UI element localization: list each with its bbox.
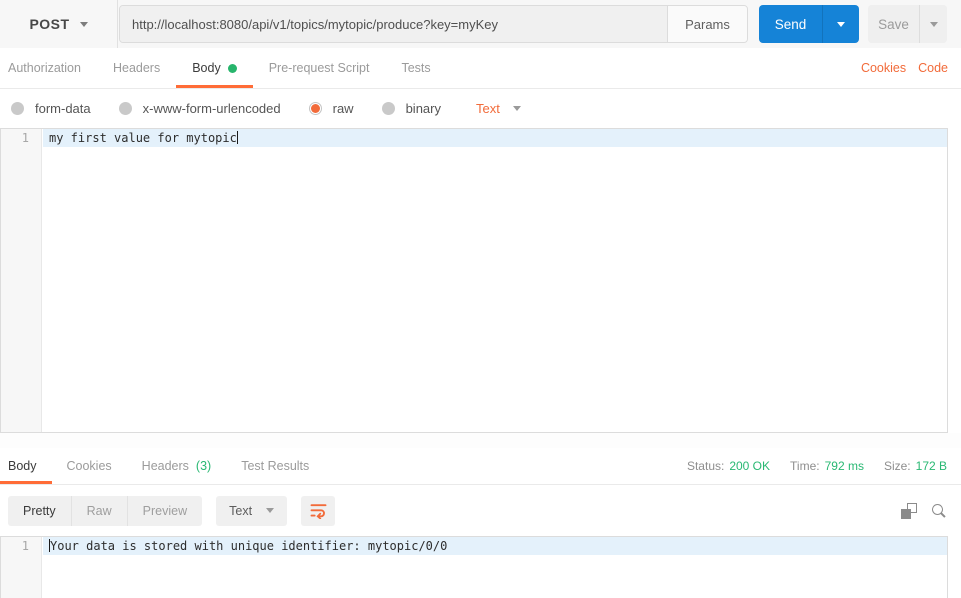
tab-label: Tests (401, 61, 431, 75)
status-label: Status: (686, 459, 725, 473)
response-tab-cookies[interactable]: Cookies (52, 448, 127, 484)
chevron-down-icon (837, 21, 845, 27)
view-raw-button[interactable]: Raw (72, 495, 128, 526)
tab-label: Pre-request Script (268, 61, 370, 75)
send-dropdown-button[interactable] (822, 5, 859, 43)
status-value: 200 OK (729, 459, 771, 473)
params-button[interactable]: Params (667, 6, 747, 42)
body-type-bar: form-data x-www-form-urlencoded raw bina… (0, 89, 961, 128)
code-link[interactable]: Code (912, 48, 961, 88)
response-body-editor[interactable]: 1 Your data is stored with unique identi… (0, 536, 948, 598)
url-input[interactable] (120, 6, 667, 42)
send-button[interactable]: Send (759, 5, 822, 43)
line-number-gutter (1, 129, 42, 432)
tab-label: Body (192, 61, 221, 75)
postman-window: POST Params Send Save Authorization Head… (0, 0, 961, 598)
format-label: Text (229, 503, 253, 518)
line-content: Your data is stored with unique identifi… (42, 537, 947, 555)
radio-raw[interactable]: raw (308, 101, 354, 116)
radio-checked-icon (308, 102, 322, 115)
radio-x-www-form-urlencoded[interactable]: x-www-form-urlencoded (118, 101, 281, 116)
line-number: 1 (21, 539, 29, 553)
radio-label: x-www-form-urlencoded (142, 101, 281, 116)
send-group: Send (759, 5, 859, 43)
wrap-text-button[interactable] (301, 495, 336, 526)
response-meta-bar: Body Cookies Headers (3) Test Results St… (0, 448, 961, 485)
request-tabs: Authorization Headers Body Pre-request S… (0, 48, 961, 89)
copy-response-icon[interactable] (901, 502, 917, 519)
text-cursor (236, 131, 238, 144)
view-pretty-button[interactable]: Pretty (8, 495, 72, 526)
status-indicator: Status: 200 OK (687, 448, 770, 484)
url-group: Params (119, 5, 748, 43)
copy-front-square (901, 508, 911, 519)
radio-unchecked-icon (11, 102, 24, 115)
line-content: my first value for mytopic (42, 129, 947, 147)
time-label: Time: (790, 459, 820, 473)
radio-binary[interactable]: binary (381, 101, 441, 116)
chevron-down-icon (512, 106, 521, 111)
save-dropdown-button[interactable] (919, 5, 947, 43)
save-button[interactable]: Save (868, 5, 919, 43)
active-tab-underline (0, 481, 52, 484)
line-text: my first value for mytopic (49, 131, 237, 145)
tab-tests[interactable]: Tests (385, 48, 446, 88)
tab-pre-request-script[interactable]: Pre-request Script (253, 48, 386, 88)
response-tab-headers[interactable]: Headers (3) (127, 448, 227, 484)
request-body-editor[interactable]: 1 my first value for mytopic (0, 128, 948, 433)
response-tab-body[interactable]: Body (0, 448, 52, 484)
method-dropdown[interactable]: POST (0, 0, 118, 48)
chevron-down-icon (929, 21, 938, 27)
view-preview-button[interactable]: Preview (128, 496, 202, 526)
time-value: 792 ms (824, 459, 864, 473)
section-divider (0, 433, 961, 448)
line-text: Your data is stored with unique identifi… (50, 539, 448, 553)
tab-label: Authorization (8, 61, 81, 75)
tab-label: Headers (112, 61, 161, 75)
search-response-icon[interactable] (931, 503, 947, 519)
size-indicator: Size: 172 B (884, 448, 947, 484)
tab-label: Headers (141, 459, 189, 473)
word-wrap-icon (310, 504, 327, 519)
size-label: Size: (883, 459, 911, 473)
request-bar: POST Params Send Save (0, 0, 961, 48)
radio-unchecked-icon (381, 102, 395, 115)
body-present-dot-icon (227, 63, 237, 73)
tab-headers[interactable]: Headers (97, 48, 176, 88)
response-toolbar: Pretty Raw Preview Text (0, 485, 961, 536)
editor-line[interactable]: 1 Your data is stored with unique identi… (1, 537, 947, 555)
tab-body[interactable]: Body (176, 48, 253, 88)
size-value: 172 B (915, 459, 947, 473)
response-format-dropdown[interactable]: Text (216, 495, 288, 526)
raw-format-dropdown[interactable]: Text (476, 101, 521, 116)
radio-label: raw (332, 101, 354, 116)
headers-count-badge: (3) (195, 459, 212, 473)
method-label: POST (29, 16, 70, 32)
response-view-switch: Pretty Raw Preview (8, 495, 203, 526)
chevron-down-icon (266, 508, 275, 513)
editor-line[interactable]: 1 my first value for mytopic (1, 129, 947, 147)
tab-authorization[interactable]: Authorization (0, 48, 97, 88)
radio-label: binary (405, 101, 441, 116)
tab-label: Body (8, 459, 37, 473)
tab-label: Test Results (241, 459, 310, 473)
tab-label: Cookies (66, 459, 112, 473)
format-label: Text (476, 101, 500, 116)
radio-unchecked-icon (118, 102, 132, 115)
radio-form-data[interactable]: form-data (11, 101, 91, 116)
active-tab-underline (176, 85, 253, 88)
line-number: 1 (21, 131, 29, 145)
response-tab-test-results[interactable]: Test Results (226, 448, 324, 484)
save-group: Save (868, 5, 947, 43)
cookies-link[interactable]: Cookies (855, 48, 912, 88)
time-indicator: Time: 792 ms (790, 448, 864, 484)
radio-label: form-data (35, 101, 91, 116)
chevron-down-icon (79, 21, 88, 27)
